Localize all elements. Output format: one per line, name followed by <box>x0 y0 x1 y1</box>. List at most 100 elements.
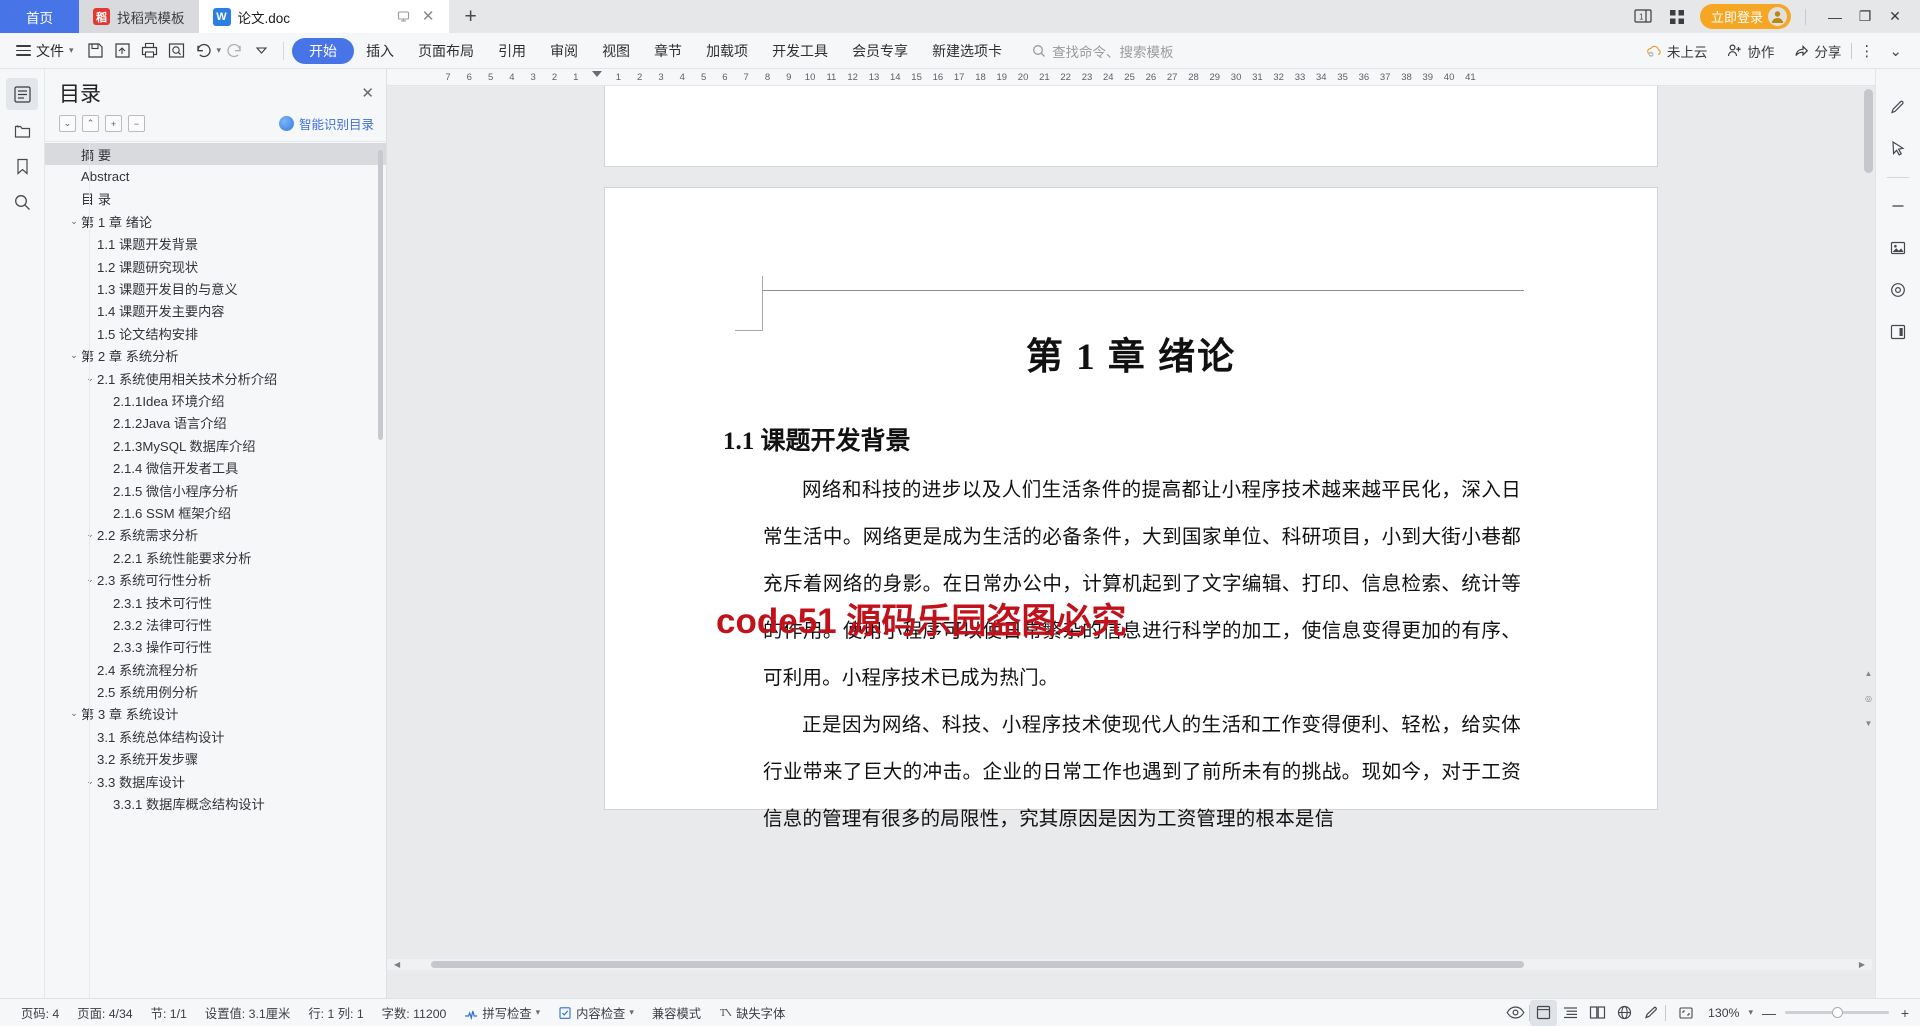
outline-item[interactable]: 2.3.1 技术可行性 <box>45 591 386 613</box>
document-scroll-region[interactable]: 第 1 章 绪论 1.1 课题开发背景 code51 源码乐园盗图必究 网络和科… <box>387 86 1875 998</box>
outline-item[interactable]: ⌄3.3 数据库设计 <box>45 770 386 792</box>
status-page-count[interactable]: 页面: 4/34 <box>68 1004 141 1022</box>
document-page-current[interactable]: 第 1 章 绪论 1.1 课题开发背景 code51 源码乐园盗图必究 网络和科… <box>605 188 1657 830</box>
view-outline-icon[interactable] <box>1557 1000 1584 1026</box>
select-cursor-icon[interactable] <box>1884 135 1912 163</box>
eye-preview-icon[interactable] <box>1502 1000 1529 1026</box>
smart-outline-button[interactable]: 智能识别目录 <box>278 114 374 133</box>
ribbon-tab-new-tab[interactable]: 新建选项卡 <box>920 38 1014 64</box>
new-tab-button[interactable]: + <box>449 0 493 33</box>
outline-item[interactable]: 2.1.3MySQL 数据库介绍 <box>45 434 386 456</box>
outline-item[interactable]: 2.1.1Idea 环境介绍 <box>45 389 386 411</box>
status-page-number[interactable]: 页码: 4 <box>12 1004 68 1022</box>
chevron-down-icon[interactable]: ⌄ <box>67 216 81 227</box>
single-page-view-icon[interactable]: 1 <box>1634 8 1654 25</box>
ribbon-tab-review[interactable]: 审阅 <box>538 38 590 64</box>
ribbon-more-button[interactable]: ⋮ <box>1852 42 1882 60</box>
tab-docer[interactable]: 稻 找稻壳模板 <box>79 0 199 33</box>
tab-home[interactable]: 首页 <box>0 0 79 33</box>
rail-outline-icon[interactable] <box>6 78 38 110</box>
pen-edit-icon[interactable] <box>1884 93 1912 121</box>
status-setting-value[interactable]: 设置值: 3.1厘米 <box>196 1004 299 1022</box>
status-content-check[interactable]: 内容检查 ▾ <box>549 1004 643 1022</box>
outline-item[interactable]: 目 录 <box>45 188 386 210</box>
zoom-in-button[interactable]: + <box>1898 1005 1912 1021</box>
ribbon-tab-addins[interactable]: 加载项 <box>694 38 760 64</box>
outline-item[interactable]: 1.3 课题开发目的与意义 <box>45 277 386 299</box>
ribbon-collapse-icon[interactable]: ⌄ <box>1882 42 1910 60</box>
outline-item[interactable]: 2.2.1 系统性能要求分析 <box>45 546 386 568</box>
ruler-indent-marker[interactable] <box>592 71 603 77</box>
chevron-down-icon[interactable]: ⌄ <box>67 350 81 361</box>
zoom-control[interactable]: 130% ▾ — + <box>1666 1000 1912 1026</box>
page-layout-side-icon[interactable] <box>1884 318 1912 346</box>
minus-tool-icon[interactable] <box>1884 192 1912 220</box>
undo-icon[interactable] <box>190 38 217 64</box>
quick-access-more-icon[interactable] <box>248 38 275 64</box>
restore-button[interactable]: ❐ <box>1850 0 1880 33</box>
zoom-level-label[interactable]: 130% <box>1708 1006 1739 1020</box>
outline-close-icon[interactable]: ✕ <box>361 84 374 102</box>
grid-apps-icon[interactable] <box>1668 8 1686 26</box>
collapse-up-icon[interactable]: ⌃ <box>82 115 99 132</box>
ribbon-tab-references[interactable]: 引用 <box>486 38 538 64</box>
redo-icon[interactable] <box>221 38 248 64</box>
ribbon-tab-start[interactable]: 开始 <box>292 37 355 64</box>
outline-item[interactable]: 3.1 系统总体结构设计 <box>45 725 386 747</box>
status-missing-font[interactable]: T 缺失字体 <box>710 1004 794 1022</box>
outline-item[interactable]: ⌄ 第 3 章 系统设计 <box>45 703 386 725</box>
view-page-layout-icon[interactable] <box>1530 999 1558 1026</box>
scroll-down-page-icon[interactable]: ▼ <box>1864 719 1873 728</box>
outline-item[interactable]: 2.5 系统用例分析 <box>45 680 386 702</box>
close-button[interactable]: ✕ <box>1880 0 1910 33</box>
status-section[interactable]: 节: 1/1 <box>142 1004 196 1022</box>
chevron-down-icon[interactable]: ▾ <box>1748 1007 1753 1018</box>
outline-scrollbar[interactable] <box>378 150 383 440</box>
horizontal-ruler[interactable]: 7 6 5 4 3 2 1 1 2 3 4 5 6 7 8 9 10 11 12 13 14 15 16 17 18 19 20 21… <box>387 69 1875 86</box>
hscroll-right-icon[interactable]: ▶ <box>1856 960 1868 969</box>
chevron-down-icon[interactable]: ▾ <box>536 1007 541 1018</box>
chevron-down-icon[interactable]: ▾ <box>629 1007 634 1018</box>
zoom-slider-knob[interactable] <box>1832 1007 1843 1018</box>
ribbon-tab-dev-tools[interactable]: 开发工具 <box>760 38 840 64</box>
outline-item[interactable]: 1.5 论文结构安排 <box>45 322 386 344</box>
login-button[interactable]: 立即登录 <box>1699 4 1791 29</box>
cloud-status-button[interactable]: 未上云 <box>1636 41 1718 61</box>
outline-item[interactable]: 摘 要 <box>45 143 386 166</box>
outline-item[interactable]: 2.1.4 微信开发者工具 <box>45 456 386 478</box>
outline-item[interactable]: ⌄ 第 2 章 系统分析 <box>45 345 386 367</box>
chevron-down-icon[interactable]: ⌄ <box>83 776 97 787</box>
status-word-count[interactable]: 字数: 11200 <box>373 1004 456 1022</box>
tab-close-icon[interactable]: ✕ <box>422 9 435 24</box>
share-button[interactable]: 分享 <box>1784 41 1851 61</box>
scroll-circle-icon[interactable]: ◎ <box>1864 694 1873 703</box>
outline-item[interactable]: ⌄2.3 系统可行性分析 <box>45 568 386 590</box>
chevron-down-icon[interactable]: ⌄ <box>83 373 97 384</box>
chevron-down-icon[interactable]: ⌄ <box>67 708 81 719</box>
expand-all-icon[interactable]: + <box>105 115 122 132</box>
tab-detach-icon[interactable] <box>397 10 410 23</box>
status-spellcheck[interactable]: 拼写检查 ▾ <box>455 1004 549 1022</box>
zoom-slider[interactable] <box>1785 1007 1889 1018</box>
rail-bookmark-icon[interactable] <box>6 150 38 182</box>
scrollbar-thumb[interactable] <box>1864 89 1873 173</box>
outline-item[interactable]: 1.1 课题开发背景 <box>45 233 386 255</box>
rail-search-icon[interactable] <box>6 186 38 218</box>
zoom-fit-icon[interactable] <box>1672 1000 1699 1026</box>
rail-thumbnail-icon[interactable] <box>6 114 38 146</box>
ribbon-tab-insert[interactable]: 插入 <box>354 38 406 64</box>
scroll-up-page-icon[interactable]: ▲ <box>1864 669 1873 678</box>
outline-item[interactable]: 2.1.6 SSM 框架介绍 <box>45 501 386 523</box>
ribbon-tab-sections[interactable]: 章节 <box>642 38 694 64</box>
print-icon[interactable] <box>136 38 163 64</box>
save-icon[interactable] <box>82 38 109 64</box>
view-web-icon[interactable] <box>1611 1000 1638 1026</box>
shapes-icon[interactable] <box>1884 276 1912 304</box>
outline-item[interactable]: 1.2 课题研究现状 <box>45 255 386 277</box>
outline-item[interactable]: ⌄2.2 系统需求分析 <box>45 524 386 546</box>
status-line-column[interactable]: 行: 1 列: 1 <box>299 1004 372 1022</box>
zoom-out-button[interactable]: — <box>1762 1005 1776 1021</box>
outline-item[interactable]: ⌄ 第 1 章 绪论 <box>45 210 386 232</box>
outline-list[interactable]: 摘 要 Abstract 目 录 ⌄ 第 1 章 绪论 1.1 课题开发背景 1.2 课题研… <box>45 141 386 998</box>
outline-item[interactable]: 2.4 系统流程分析 <box>45 658 386 680</box>
